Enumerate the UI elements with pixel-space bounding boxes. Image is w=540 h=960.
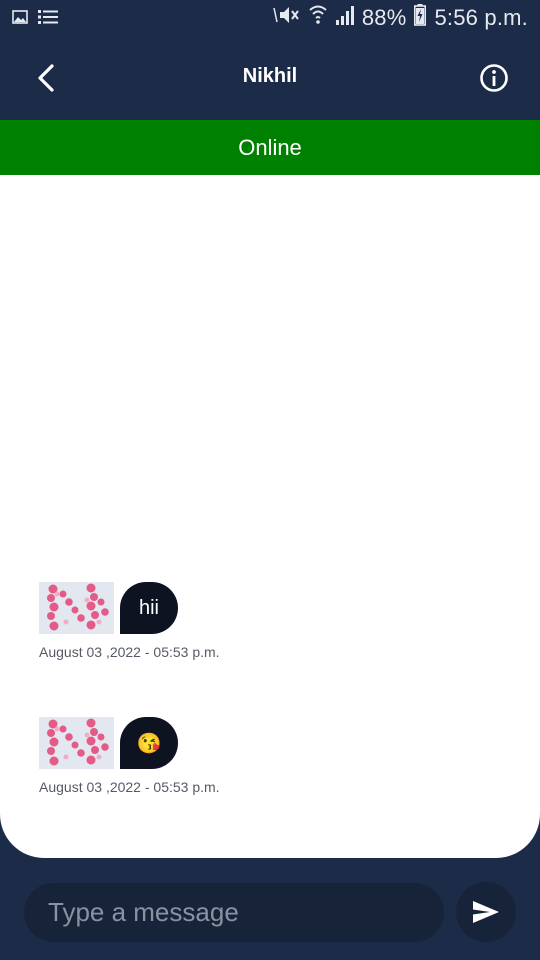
- avatar[interactable]: [39, 582, 114, 634]
- message-item: hii: [39, 582, 178, 634]
- message-bubble[interactable]: 😘: [120, 717, 178, 769]
- send-icon: [473, 901, 499, 923]
- clock: 5:56 p.m.: [434, 4, 528, 30]
- message-bubble[interactable]: hii: [120, 582, 178, 634]
- status-bar: 88% 5:56 p.m.: [0, 0, 540, 38]
- message-timestamp: August 03 ,2022 - 05:53 p.m.: [39, 644, 220, 660]
- battery-charging-icon: [414, 4, 427, 31]
- chat-screen: 88% 5:56 p.m. Nikhil Online hii August 0…: [0, 0, 540, 960]
- info-button[interactable]: [478, 62, 510, 94]
- message-composer: [0, 858, 540, 960]
- message-input[interactable]: [24, 883, 444, 942]
- image-icon: [12, 10, 28, 29]
- send-button[interactable]: [456, 882, 516, 942]
- list-icon: [38, 9, 58, 30]
- message-item: 😘: [39, 717, 178, 769]
- presence-banner: Online: [0, 120, 540, 175]
- info-icon: [480, 64, 508, 92]
- message-list[interactable]: hii August 03 ,2022 - 05:53 p.m. 😘 Augus…: [0, 175, 540, 858]
- avatar[interactable]: [39, 717, 114, 769]
- mute-icon: [272, 4, 300, 31]
- chat-header: Nikhil: [0, 38, 540, 120]
- battery-percent: 88%: [361, 4, 407, 30]
- signal-icon: [335, 5, 354, 30]
- message-timestamp: August 03 ,2022 - 05:53 p.m.: [39, 779, 220, 795]
- wifi-icon: [308, 4, 328, 31]
- contact-name: Nikhil: [242, 65, 298, 87]
